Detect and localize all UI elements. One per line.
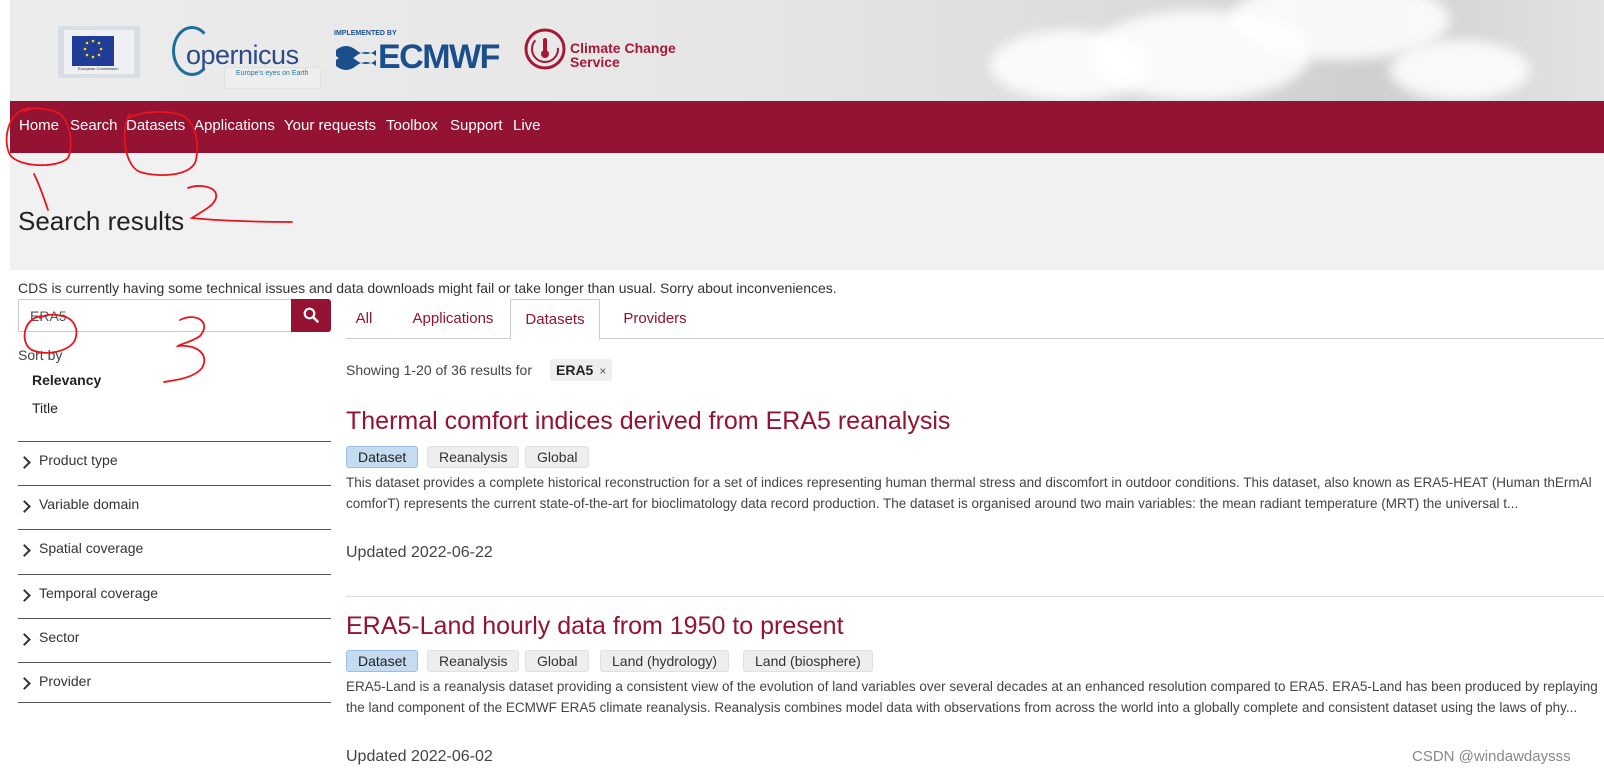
result-updated-date: Updated 2022-06-22 [346, 544, 493, 561]
ecmwf-logo[interactable]: IMPLEMENTED BY ECMWF [332, 30, 502, 76]
nav-applications[interactable]: Applications [194, 117, 275, 134]
facet-label: Temporal coverage [39, 585, 159, 601]
facet-temporal-coverage[interactable]: Temporal coverage [18, 574, 331, 618]
site-header: European Commission opernicus Europe's e… [10, 0, 1604, 103]
c3s-line-1: Climate Change [570, 40, 676, 56]
query-chip-label: ERA5 [556, 362, 594, 378]
result-description: ERA5-Land is a reanalysis dataset provid… [346, 679, 1598, 715]
search-icon [303, 307, 319, 323]
nav-home[interactable]: Home [19, 117, 59, 134]
climate-change-service-logo[interactable]: Climate Change Service [522, 26, 682, 74]
facet-product-type[interactable]: Product type [18, 441, 331, 485]
chevron-right-icon [18, 456, 31, 469]
nav-support[interactable]: Support [450, 117, 503, 134]
facet-spatial-coverage[interactable]: Spatial coverage [18, 529, 331, 573]
tag-dataset[interactable]: Dataset [346, 446, 419, 468]
result-divider [346, 596, 1604, 597]
facet-label: Product type [39, 452, 118, 468]
chevron-right-icon [18, 589, 31, 602]
main-navigation: Home Search Datasets Applications Your r… [10, 101, 1604, 153]
nav-toolbox[interactable]: Toolbox [386, 117, 438, 134]
query-chip: ERA5 × [550, 359, 613, 381]
result-updated-date: Updated 2022-06-02 [346, 748, 493, 765]
csdn-watermark: CSDN @windawdaysss [1412, 748, 1571, 765]
thermometer-ring-icon [524, 28, 566, 70]
search-box [18, 299, 331, 332]
copernicus-logo[interactable]: opernicus Europe's eyes on Earth [172, 26, 321, 89]
facet-label: Variable domain [39, 496, 140, 512]
facet-sector[interactable]: Sector [18, 618, 331, 662]
result-tabs: All Applications Datasets Providers [346, 299, 1604, 340]
facet-label: Sector [39, 629, 80, 645]
copernicus-tagline: Europe's eyes on Earth [224, 67, 321, 89]
sort-option-title[interactable]: Title [32, 400, 58, 416]
page-title: Search results [18, 206, 185, 236]
facet-variable-domain[interactable]: Variable domain [18, 485, 331, 529]
nav-datasets[interactable]: Datasets [126, 117, 185, 134]
result-description: This dataset provides a complete histori… [346, 475, 1592, 511]
facet-provider[interactable]: Provider [18, 662, 331, 706]
search-input[interactable] [18, 299, 292, 332]
chevron-right-icon [18, 633, 31, 646]
tag-land-biosphere[interactable]: Land (biosphere) [743, 650, 873, 672]
remove-query-icon[interactable]: × [599, 364, 606, 378]
chevron-right-icon [18, 677, 31, 690]
tab-datasets[interactable]: Datasets [510, 299, 600, 340]
page-title-band: Search results [10, 153, 1604, 270]
search-button[interactable] [291, 299, 331, 332]
tag-reanalysis[interactable]: Reanalysis [427, 446, 520, 468]
tab-applications[interactable]: Applications [398, 299, 508, 339]
service-notice: CDS is currently having some technical i… [18, 280, 837, 296]
implemented-by-label: IMPLEMENTED BY [334, 30, 397, 37]
tag-reanalysis[interactable]: Reanalysis [427, 650, 520, 672]
nav-your-requests[interactable]: Your requests [284, 117, 376, 134]
sort-by-label: Sort by [18, 347, 63, 363]
tag-land-hydrology[interactable]: Land (hydrology) [600, 650, 730, 672]
ecmwf-wordmark: ECMWF [378, 38, 500, 76]
nav-live[interactable]: Live [513, 117, 541, 134]
tab-providers[interactable]: Providers [602, 299, 708, 339]
result-title[interactable]: ERA5-Land hourly data from 1950 to prese… [346, 612, 844, 641]
european-commission-logo[interactable]: European Commission [58, 22, 140, 82]
facet-divider [18, 702, 331, 703]
eu-logo-text: European Commission [78, 66, 119, 71]
results-count: Showing 1-20 of 36 results for [346, 362, 532, 378]
tag-global[interactable]: Global [525, 446, 590, 468]
result-title[interactable]: Thermal comfort indices derived from ERA… [346, 407, 950, 436]
ecmwf-wave-icon [336, 46, 376, 70]
nav-search[interactable]: Search [70, 117, 118, 134]
c3s-line-2: Service [570, 54, 620, 70]
tab-all[interactable]: All [346, 299, 382, 339]
chevron-right-icon [18, 544, 31, 557]
facet-label: Spatial coverage [39, 540, 144, 556]
eu-building-icon [58, 26, 140, 78]
facet-label: Provider [39, 673, 92, 689]
chevron-right-icon [18, 500, 31, 513]
sort-option-relevancy[interactable]: Relevancy [32, 372, 101, 388]
tag-dataset[interactable]: Dataset [346, 650, 419, 672]
tag-global[interactable]: Global [525, 650, 590, 672]
